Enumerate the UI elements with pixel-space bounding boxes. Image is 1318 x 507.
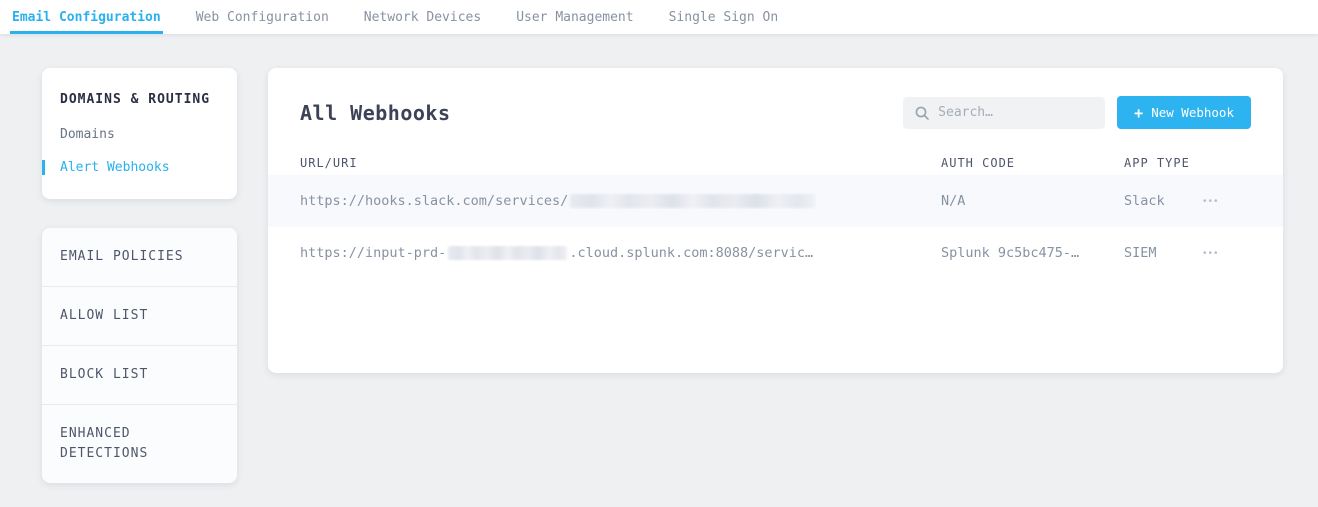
url-text-suffix: .cloud.splunk.com:8088/servic… [569, 245, 813, 261]
table-header: URL/URI AUTH CODE APP TYPE [268, 151, 1283, 175]
column-header-app-type: APP TYPE [1124, 156, 1201, 170]
sidebar-item-alert-webhooks[interactable]: Alert Webhooks [42, 160, 237, 175]
new-webhook-button[interactable]: + New Webhook [1117, 96, 1251, 129]
plus-icon: + [1134, 104, 1143, 122]
search-input[interactable] [938, 105, 1093, 120]
app-type-value: SIEM [1124, 245, 1201, 261]
sidebar-item-allow-list[interactable]: ALLOW LIST [42, 287, 237, 346]
webhook-url: https://input-prd- .cloud.splunk.com:8088… [300, 245, 941, 261]
webhook-url: https://hooks.slack.com/services/ [300, 193, 941, 209]
url-text: https://input-prd- [300, 245, 446, 261]
auth-code-value: Splunk 9c5bc475-… [941, 245, 1124, 261]
tab-user-management[interactable]: User Management [514, 0, 635, 34]
sidebar-item-domains[interactable]: Domains [42, 127, 237, 142]
table-row[interactable]: https://input-prd- .cloud.splunk.com:8088… [268, 227, 1283, 279]
search-icon [915, 106, 929, 120]
webhooks-header: All Webhooks + New Webhook [268, 68, 1283, 155]
domains-routing-title: DOMAINS & ROUTING [42, 92, 237, 107]
domains-routing-card: DOMAINS & ROUTING Domains Alert Webhooks [42, 68, 237, 199]
auth-code-value: N/A [941, 193, 1124, 209]
tab-web-configuration[interactable]: Web Configuration [194, 0, 331, 34]
policy-sections-card: EMAIL POLICIES ALLOW LIST BLOCK LIST ENH… [42, 228, 237, 483]
sidebar-item-enhanced-detections[interactable]: ENHANCED DETECTIONS [42, 405, 237, 483]
top-navigation: Email Configuration Web Configuration Ne… [0, 0, 1318, 34]
search-box[interactable] [903, 97, 1105, 129]
row-actions-menu-button[interactable]: ••• [1201, 245, 1222, 263]
new-webhook-label: New Webhook [1151, 105, 1234, 120]
webhooks-panel: All Webhooks + New Webhook URL/URI AUTH … [268, 68, 1283, 373]
tab-single-sign-on[interactable]: Single Sign On [667, 0, 781, 34]
sidebar: DOMAINS & ROUTING Domains Alert Webhooks… [42, 68, 237, 483]
column-header-auth-code: AUTH CODE [941, 156, 1124, 170]
column-header-url: URL/URI [300, 156, 941, 170]
table-row[interactable]: https://hooks.slack.com/services/ N/A Sl… [268, 175, 1283, 227]
page-title: All Webhooks [300, 101, 451, 125]
header-actions: + New Webhook [903, 96, 1251, 129]
sidebar-item-block-list[interactable]: BLOCK LIST [42, 346, 237, 405]
app-type-value: Slack [1124, 193, 1201, 209]
tab-email-configuration[interactable]: Email Configuration [10, 0, 163, 34]
redacted-url-segment [570, 194, 815, 208]
page-content: DOMAINS & ROUTING Domains Alert Webhooks… [0, 34, 1318, 483]
sidebar-item-email-policies[interactable]: EMAIL POLICIES [42, 228, 237, 287]
tab-network-devices[interactable]: Network Devices [362, 0, 483, 34]
row-actions-menu-button[interactable]: ••• [1201, 193, 1222, 211]
redacted-url-segment [448, 246, 567, 260]
url-text: https://hooks.slack.com/services/ [300, 193, 568, 209]
